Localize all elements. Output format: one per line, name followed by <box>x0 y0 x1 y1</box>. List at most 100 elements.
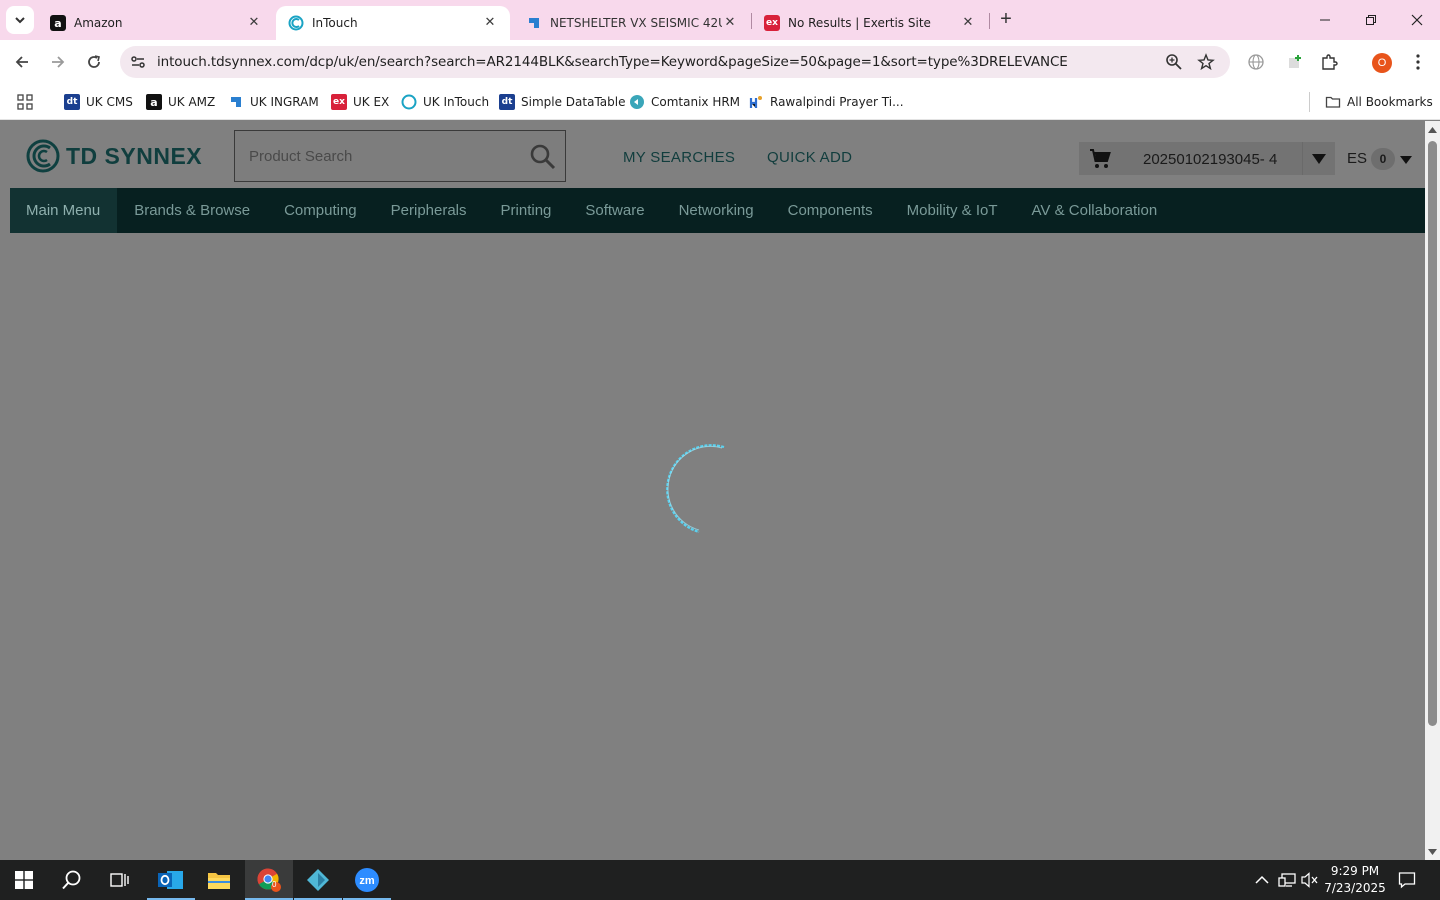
browser-toolbar: intouch.tdsynnex.com/dcp/uk/en/search?se… <box>0 40 1440 84</box>
tdsynnex-icon <box>288 15 304 31</box>
svg-text:zm: zm <box>359 875 375 887</box>
search-icon[interactable] <box>529 143 557 171</box>
scrollbar-thumb[interactable] <box>1428 141 1437 726</box>
restore-button[interactable] <box>1348 0 1394 40</box>
network-icon[interactable] <box>1277 870 1297 890</box>
nav-brands-browse[interactable]: Brands & Browse <box>117 188 267 233</box>
bookmark-label: UK EX <box>353 95 390 109</box>
bookmark-label: Rawalpindi Prayer Ti... <box>770 95 904 109</box>
windows-taskbar: 0 zm 9:29 PM 7/23/2025 <box>0 860 1440 900</box>
my-searches-link[interactable]: MY SEARCHES <box>623 149 735 166</box>
taskbar-zoom[interactable]: zm <box>343 860 391 900</box>
address-bar[interactable]: intouch.tdsynnex.com/dcp/uk/en/search?se… <box>120 46 1230 78</box>
bookmarks-bar: dt UK CMS a UK AMZ UK INGRAM ex UK EX UK… <box>0 84 1440 120</box>
nav-main-menu[interactable]: Main Menu <box>10 188 118 233</box>
back-button[interactable] <box>8 48 36 76</box>
tdsynnex-logo[interactable]: TD SYNNEX <box>26 139 202 173</box>
bookmark-simple-datatable[interactable]: dt Simple DataTable <box>499 92 625 112</box>
reload-icon <box>88 55 100 68</box>
bookmark-uk-amz[interactable]: a UK AMZ <box>146 92 215 112</box>
tab-search-button[interactable] <box>6 6 34 34</box>
tab-netshelter[interactable]: NETSHELTER VX SEISMIC 42U E ✕ <box>514 6 750 40</box>
bookmark-star-icon[interactable] <box>1196 52 1216 72</box>
bookmark-comtanix-hrm[interactable]: Comtanix HRM <box>629 92 740 112</box>
show-hidden-icons[interactable] <box>1252 870 1272 890</box>
tab-amazon[interactable]: a Amazon ✕ <box>38 6 274 40</box>
translate-globe-icon[interactable] <box>1244 50 1268 74</box>
arrow-right-icon <box>52 56 65 68</box>
site-settings-icon[interactable] <box>128 52 148 72</box>
task-view-button[interactable] <box>96 860 144 900</box>
extensions-puzzle-icon[interactable] <box>1317 50 1341 74</box>
zoom-icon[interactable] <box>1164 52 1184 72</box>
bookmark-label: UK CMS <box>86 95 133 109</box>
arrow-left-icon <box>15 56 28 68</box>
tab-title: No Results | Exertis Site <box>788 16 931 30</box>
taskbar-search-button[interactable] <box>48 860 96 900</box>
nav-av-collaboration[interactable]: AV & Collaboration <box>1015 188 1175 233</box>
url-text: intouch.tdsynnex.com/dcp/uk/en/search?se… <box>157 54 1068 70</box>
bookmark-uk-cms[interactable]: dt UK CMS <box>64 92 133 112</box>
reload-button[interactable] <box>80 48 108 76</box>
close-icon[interactable]: ✕ <box>722 15 738 31</box>
bookmark-uk-ex[interactable]: ex UK EX <box>331 92 389 112</box>
amazon-icon: a <box>146 94 162 110</box>
user-initials[interactable]: ES <box>1347 150 1367 167</box>
nav-mobility-iot[interactable]: Mobility & IoT <box>890 188 1015 233</box>
logo-text: TD SYNNEX <box>66 142 203 169</box>
menu-kebab-icon[interactable] <box>1406 50 1430 74</box>
nav-networking[interactable]: Networking <box>662 188 771 233</box>
system-clock[interactable]: 9:29 PM 7/23/2025 <box>1322 863 1388 897</box>
product-search <box>234 130 566 182</box>
bookmark-label: UK InTouch <box>423 95 490 109</box>
nav-components[interactable]: Components <box>771 188 890 233</box>
close-icon[interactable]: ✕ <box>246 15 262 31</box>
close-icon <box>1411 14 1423 26</box>
exertis-icon: ex <box>764 15 780 31</box>
new-tab-button[interactable]: + <box>994 8 1018 32</box>
chrome-icon <box>257 868 281 892</box>
profile-avatar[interactable]: O <box>1372 53 1392 73</box>
scroll-up-icon[interactable] <box>1428 125 1437 134</box>
nav-printing[interactable]: Printing <box>484 188 569 233</box>
nav-peripherals[interactable]: Peripherals <box>374 188 484 233</box>
search-icon <box>62 870 81 890</box>
diamond-app-icon <box>307 869 329 891</box>
taskbar-app-diamond[interactable] <box>294 860 342 900</box>
bookmark-uk-ingram[interactable]: UK INGRAM <box>228 92 319 112</box>
tab-intouch[interactable]: InTouch ✕ <box>276 6 510 40</box>
taskbar-file-explorer[interactable] <box>195 860 243 900</box>
restore-icon <box>1366 15 1376 25</box>
minimize-button[interactable] <box>1302 0 1348 40</box>
product-search-input[interactable] <box>235 131 525 181</box>
prayer-times-icon <box>748 94 764 110</box>
nav-software[interactable]: Software <box>568 188 661 233</box>
taskbar-chrome[interactable]: 0 <box>245 860 293 900</box>
cart-selector[interactable]: 20250102193045- 4 <box>1079 142 1335 175</box>
cart-dropdown-button[interactable] <box>1302 142 1335 175</box>
extension-plus-icon[interactable] <box>1283 50 1307 74</box>
bookmark-uk-intouch[interactable]: UK InTouch <box>401 92 489 112</box>
bookmark-rawalpindi-prayer[interactable]: Rawalpindi Prayer Ti... <box>748 92 904 112</box>
nav-computing[interactable]: Computing <box>267 188 374 233</box>
all-bookmarks[interactable]: All Bookmarks <box>1325 92 1433 112</box>
close-icon[interactable]: ✕ <box>482 15 498 31</box>
scroll-down-icon[interactable] <box>1428 847 1437 856</box>
nav-left-gutter <box>0 188 10 233</box>
start-button[interactable] <box>0 860 48 900</box>
close-icon[interactable]: ✕ <box>960 15 976 31</box>
taskbar-outlook[interactable] <box>147 860 195 900</box>
volume-muted-icon[interactable] <box>1300 870 1320 890</box>
quick-add-link[interactable]: QUICK ADD <box>767 149 852 166</box>
apps-grid-icon[interactable] <box>17 92 33 112</box>
notification-center-icon[interactable] <box>1397 870 1417 890</box>
tab-exertis[interactable]: ex No Results | Exertis Site ✕ <box>752 6 988 40</box>
notification-badge: 0 <box>1371 148 1395 170</box>
folder-icon <box>1325 94 1341 110</box>
caret-down-icon[interactable] <box>1400 156 1412 164</box>
page-scrollbar[interactable] <box>1425 121 1440 860</box>
content-loading-overlay <box>0 233 1425 860</box>
dt-icon: dt <box>64 94 80 110</box>
forward-button[interactable] <box>44 48 72 76</box>
close-window-button[interactable] <box>1394 0 1440 40</box>
